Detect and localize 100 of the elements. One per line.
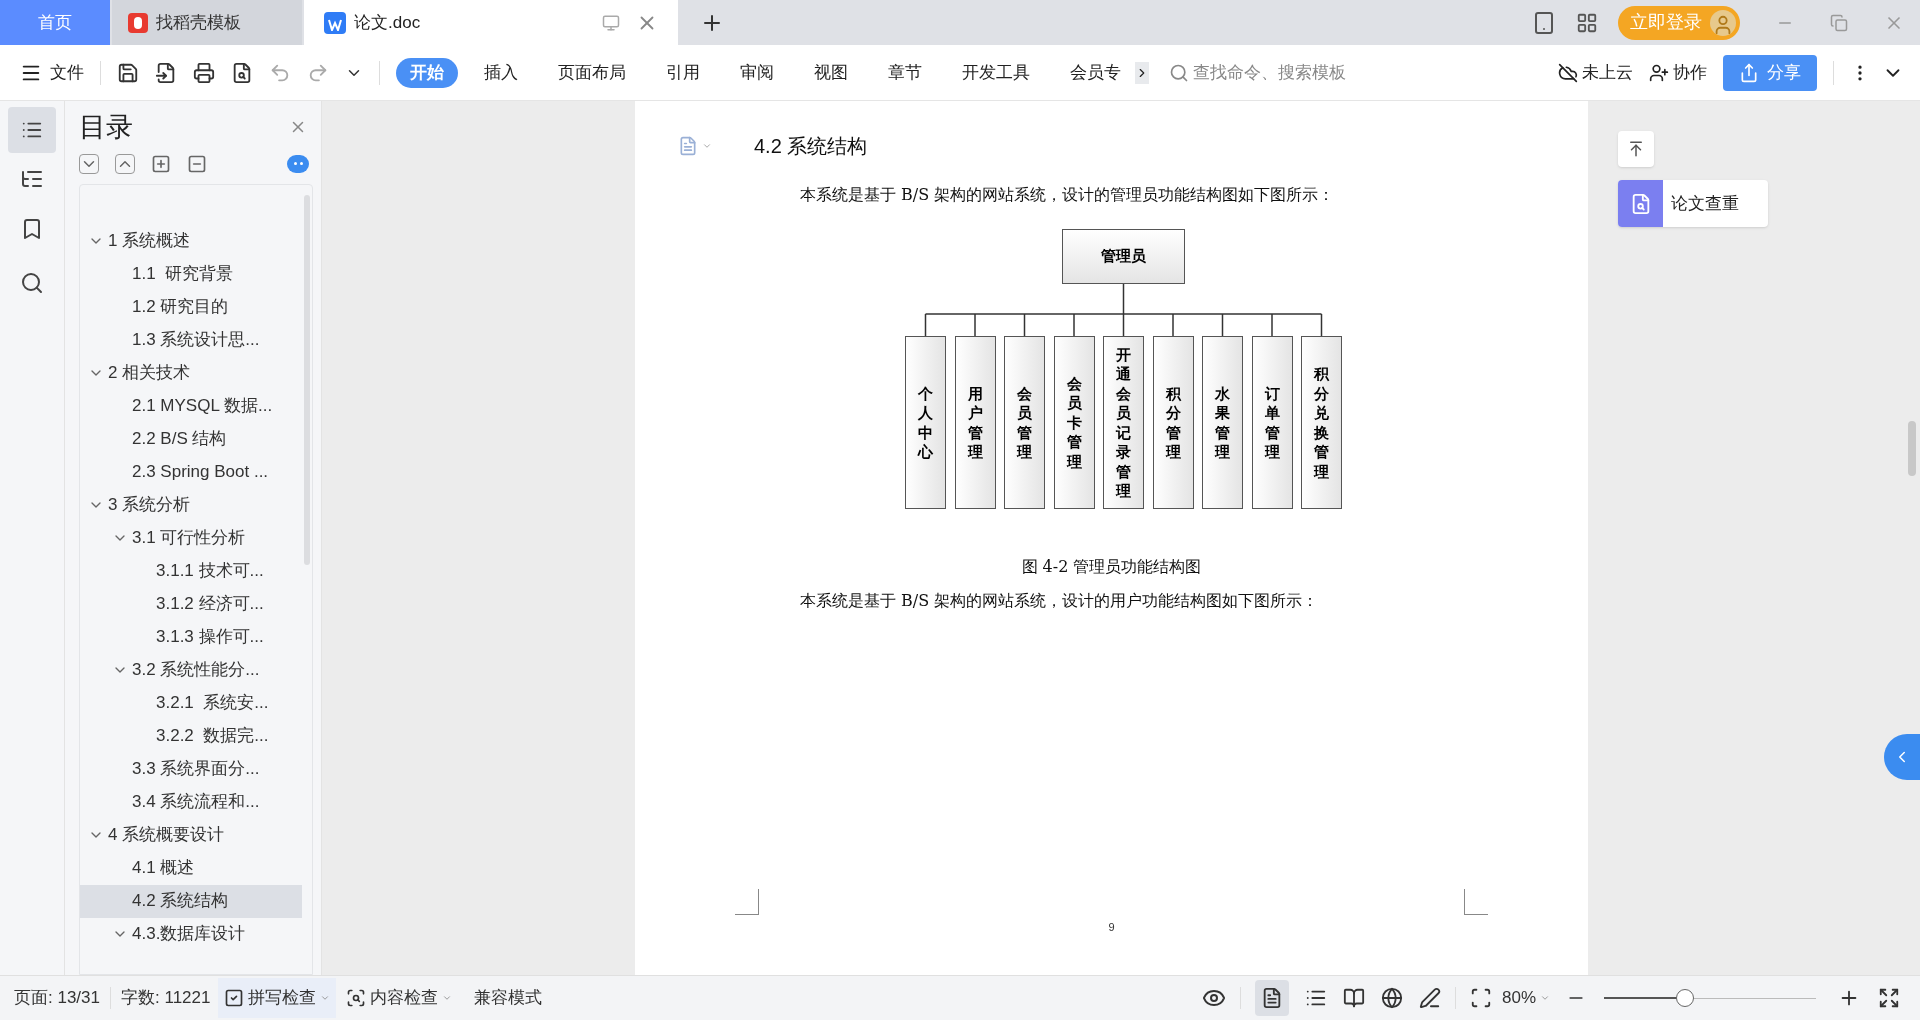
fit-page-icon[interactable]	[1469, 987, 1492, 1009]
print-icon[interactable]	[193, 61, 215, 84]
caret-icon	[320, 993, 331, 1003]
web-view-icon[interactable]	[1380, 987, 1403, 1009]
search-icon	[1169, 62, 1189, 83]
scrollbar-thumb[interactable]	[304, 194, 310, 565]
export-icon[interactable]	[155, 61, 177, 84]
fullscreen-icon[interactable]	[1878, 987, 1900, 1009]
chart-node: 订单管理	[1251, 336, 1293, 509]
writer-logo-icon	[324, 11, 346, 34]
paper-check-button[interactable]: 论文查重	[1618, 180, 1768, 227]
toc-title: 目录	[79, 111, 133, 144]
body-paragraph: 本系统是基于 B/S 架构的网站系统，设计的管理员功能结构图如下图所示：	[800, 184, 1336, 206]
scroll-right-icon[interactable]	[1135, 61, 1149, 84]
collapse-panel-icon[interactable]	[1618, 131, 1654, 167]
caret-icon	[442, 993, 453, 1003]
ribbon-tab[interactable]: 引用	[652, 57, 714, 88]
document-tab[interactable]: 论文.doc	[304, 0, 678, 45]
toc-item[interactable]: 3.1.3 操作可...	[80, 620, 302, 654]
spell-check-button[interactable]: 拼写检查	[218, 978, 337, 1018]
tab-label: 首页	[38, 11, 72, 34]
word-count[interactable]: 字数: 11221	[121, 985, 211, 1011]
chart-node: 水果管理	[1202, 336, 1243, 509]
slider-thumb[interactable]	[1675, 989, 1694, 1007]
remove-heading-icon[interactable]	[187, 153, 207, 174]
toc-item[interactable]: 2.2 B/S 结构	[80, 422, 302, 456]
docer-logo-icon	[128, 12, 148, 33]
collaborate-button[interactable]: 协作	[1649, 59, 1707, 86]
toc-item[interactable]: 3.2.1 系统安...	[80, 686, 302, 720]
chart-node: 管理员	[1062, 229, 1185, 284]
zoom-dropdown[interactable]: 80%	[1501, 985, 1550, 1011]
pen-icon[interactable]	[1418, 987, 1441, 1009]
toc-item[interactable]: 2 相关技术	[80, 356, 302, 390]
ribbon-tab[interactable]: 审阅	[726, 57, 788, 88]
ribbon-tab[interactable]: 插入	[470, 57, 532, 88]
chart-node: 积分管理	[1152, 336, 1194, 509]
chart-node: 个人中心	[905, 336, 946, 509]
crop-mark	[1464, 888, 1488, 915]
tablet-icon[interactable]	[1532, 10, 1556, 35]
add-heading-icon[interactable]	[151, 153, 171, 174]
toc-item[interactable]: 1 系统概述	[80, 224, 302, 258]
cloud-icon	[1558, 62, 1578, 83]
scan-search-icon	[346, 988, 367, 1008]
command-search-field[interactable]: 查找命令、搜索模板	[1169, 59, 1346, 86]
grid-icon[interactable]	[1576, 11, 1598, 34]
document-tab[interactable]: 找稻壳模板	[112, 0, 302, 45]
share-icon	[1739, 62, 1759, 83]
chart-node: 开通会员记录管理	[1103, 336, 1144, 509]
toc-item[interactable]: 1.2 研究目的	[80, 290, 302, 324]
toc-item[interactable]: 3.3 系统界面分...	[80, 752, 302, 786]
ribbon-tab[interactable]: 会员专	[1056, 57, 1135, 88]
toc-item[interactable]: 2.3 Spring Boot ...	[80, 455, 302, 489]
collapse-all-icon[interactable]	[115, 153, 135, 174]
expand-all-icon[interactable]	[79, 153, 99, 174]
chart-node: 积分兑换管理	[1301, 336, 1342, 509]
cloud-status-button[interactable]: 未上云	[1558, 59, 1633, 86]
search-icon[interactable]	[20, 271, 44, 295]
zoom-slider[interactable]	[1604, 988, 1816, 1008]
toc-item[interactable]: 3.4 系统流程和...	[80, 785, 302, 819]
avatar-icon	[1710, 9, 1736, 36]
toc-item[interactable]: 3.1.2 经济可...	[80, 587, 302, 621]
assistant-icon[interactable]	[287, 154, 309, 173]
check-icon	[224, 988, 245, 1008]
crop-mark	[735, 888, 759, 915]
ribbon-tab[interactable]: 视图	[800, 57, 862, 88]
toc-item[interactable]: 3.1.1 技术可...	[80, 554, 302, 588]
figure-caption: 图 4-2 管理员功能结构图	[1021, 556, 1202, 578]
body-paragraph: 本系统是基于 B/S 架构的网站系统，设计的用户功能结构图如下图所示：	[800, 590, 1320, 612]
toc-item[interactable]: 4.1 概述	[80, 851, 302, 885]
tab-label: 找稻壳模板	[156, 11, 241, 34]
scrollbar-thumb[interactable]	[1908, 421, 1916, 476]
page-view-icon[interactable]	[1254, 980, 1289, 1016]
chart-node: 会员管理	[1004, 336, 1045, 509]
toc-panel-icon[interactable]	[8, 107, 56, 153]
toc-item[interactable]: 1.1 研究背景	[80, 257, 302, 291]
toc-item[interactable]: 3 系统分析	[80, 488, 302, 522]
chart-node: 会员卡管理	[1053, 336, 1095, 509]
section-heading: 4.2 系统结构	[754, 134, 868, 159]
toc-item[interactable]: 3.1 可行性分析	[80, 521, 302, 555]
toc-item[interactable]: 4.2 系统结构	[80, 884, 302, 918]
file-menu[interactable]: 文件	[20, 59, 84, 86]
reading-view-icon[interactable]	[1342, 987, 1365, 1009]
compatibility-mode-label: 兼容模式	[474, 987, 543, 1010]
content-check-button[interactable]: 内容检查	[346, 985, 453, 1011]
ribbon-tab[interactable]: 页面布局	[544, 57, 640, 88]
preview-icon[interactable]	[231, 61, 253, 84]
page-count[interactable]: 页面: 13/31	[14, 985, 100, 1011]
expand-panel-icon[interactable]	[1884, 734, 1920, 780]
toc-item[interactable]: 1.3 系统设计思...	[80, 323, 302, 357]
toc-item[interactable]: 3.2 系统性能分...	[80, 653, 302, 687]
toc-item[interactable]: 4.3.数据库设计	[80, 917, 302, 951]
page-number: 9	[1108, 919, 1115, 935]
ribbon-tab[interactable]: 开发工具	[948, 57, 1044, 88]
ribbon-tab[interactable]: 章节	[874, 57, 936, 88]
add-user-icon	[1649, 62, 1669, 83]
save-icon[interactable]	[117, 61, 139, 84]
toc-item[interactable]: 2.1 MYSQL 数据...	[80, 389, 302, 423]
toc-item[interactable]: 4 系统概要设计	[80, 818, 302, 852]
toc-item[interactable]: 3.2.2 数据完...	[80, 719, 302, 753]
chart-node: 用户管理	[954, 336, 996, 509]
